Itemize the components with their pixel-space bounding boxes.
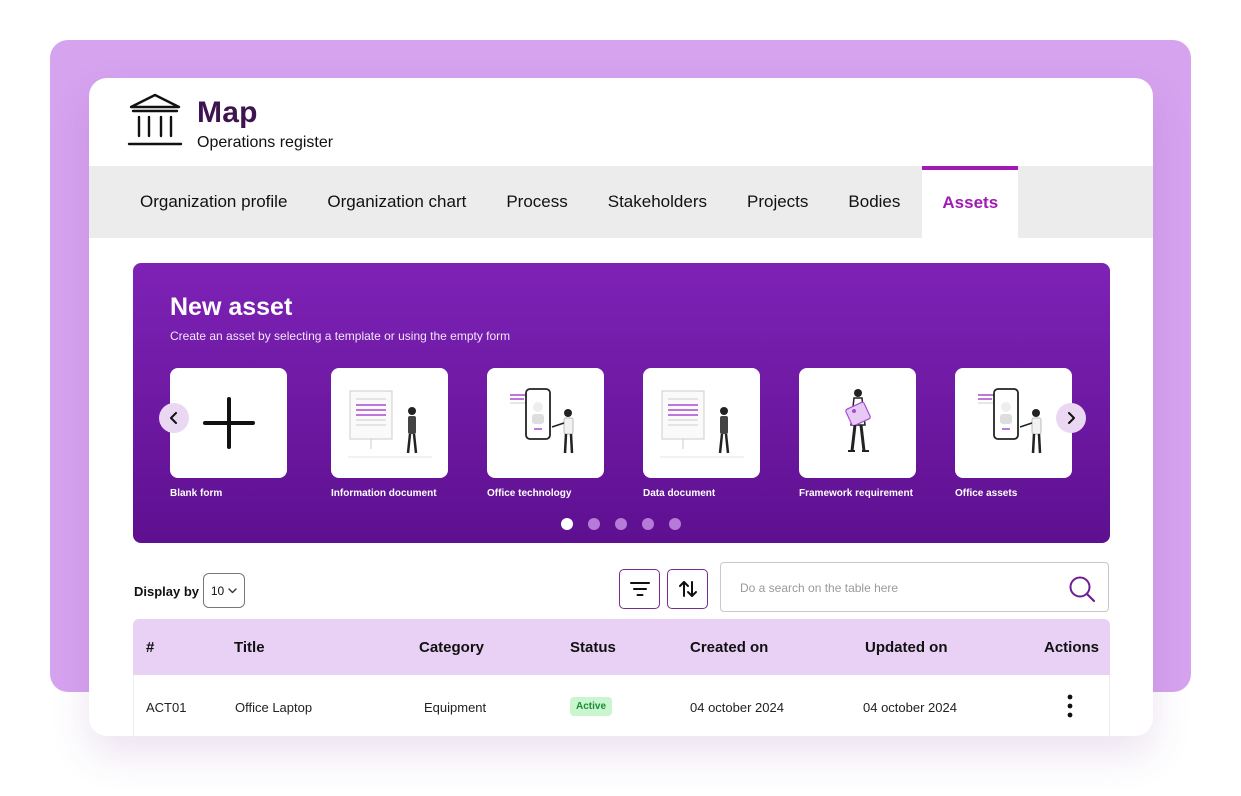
cell-title: Office Laptop bbox=[235, 700, 313, 715]
new-asset-banner: New asset Create an asset by selecting a… bbox=[133, 263, 1110, 543]
search-button[interactable] bbox=[1068, 575, 1096, 603]
status-badge: Active bbox=[570, 697, 613, 716]
template-label: Framework requirement bbox=[799, 488, 913, 499]
carousel-prev-button[interactable] bbox=[159, 403, 189, 433]
phone-illustration-icon bbox=[977, 388, 1041, 454]
column-header-category[interactable]: Category bbox=[419, 639, 484, 656]
template-card-information-document[interactable]: Information document bbox=[331, 368, 448, 499]
cell-id: ACT01 bbox=[146, 700, 187, 715]
filter-button[interactable] bbox=[619, 569, 660, 609]
institution-icon bbox=[127, 93, 183, 146]
template-thumbnail[interactable] bbox=[487, 368, 604, 478]
tab-bar: Organization profile Organization chart … bbox=[89, 166, 1153, 238]
sort-button[interactable] bbox=[667, 569, 708, 609]
display-by-select[interactable]: 10 bbox=[203, 573, 245, 608]
carousel-pagination bbox=[561, 518, 681, 530]
sort-icon bbox=[678, 581, 697, 597]
tab-stakeholders[interactable]: Stakeholders bbox=[588, 166, 727, 238]
tab-organization-profile[interactable]: Organization profile bbox=[120, 166, 307, 238]
template-label: Office technology bbox=[487, 488, 572, 499]
search-icon bbox=[1069, 576, 1096, 603]
page-header: Map Operations register bbox=[89, 78, 1153, 166]
search-input[interactable]: Do a search on the table here bbox=[720, 562, 1109, 612]
template-card-office-technology[interactable]: Office technology bbox=[487, 368, 604, 499]
tab-projects[interactable]: Projects bbox=[727, 166, 828, 238]
tab-assets[interactable]: Assets bbox=[922, 166, 1019, 238]
cell-created-on: 04 october 2024 bbox=[690, 700, 784, 715]
banner-subtitle: Create an asset by selecting a template … bbox=[170, 329, 511, 343]
filter-icon bbox=[629, 582, 650, 596]
tab-process[interactable]: Process bbox=[486, 166, 587, 238]
chevron-down-icon bbox=[228, 587, 237, 593]
column-header-created-on[interactable]: Created on bbox=[690, 639, 768, 656]
template-card-blank-form[interactable]: Blank form bbox=[170, 368, 287, 499]
table-row[interactable]: ACT01 Office Laptop Equipment Active 04 … bbox=[133, 675, 1110, 736]
display-by-value: 10 bbox=[210, 583, 225, 598]
template-label: Data document bbox=[643, 488, 716, 499]
display-by-label: Display by bbox=[134, 584, 200, 599]
page-subtitle: Operations register bbox=[197, 134, 334, 151]
carousel-dot-3[interactable] bbox=[615, 518, 627, 530]
document-illustration-icon bbox=[347, 390, 432, 458]
search-placeholder: Do a search on the table here bbox=[740, 581, 899, 595]
column-header-updated-on[interactable]: Updated on bbox=[865, 639, 948, 656]
page-title: Map bbox=[197, 96, 258, 129]
tab-bodies[interactable]: Bodies bbox=[828, 166, 920, 238]
template-thumbnail[interactable] bbox=[799, 368, 916, 478]
column-header-status[interactable]: Status bbox=[570, 639, 616, 656]
column-header-actions: Actions bbox=[1044, 639, 1100, 656]
person-illustration-icon bbox=[844, 389, 871, 452]
column-header-number[interactable]: # bbox=[146, 639, 154, 656]
chevron-left-icon bbox=[170, 412, 177, 424]
banner-title: New asset bbox=[170, 293, 293, 321]
table-header: # Title Category Status Created on Updat… bbox=[133, 619, 1110, 675]
template-card-data-document[interactable]: Data document bbox=[643, 368, 760, 499]
template-thumbnail[interactable] bbox=[331, 368, 448, 478]
template-thumbnail[interactable] bbox=[643, 368, 760, 478]
template-thumbnail[interactable] bbox=[955, 368, 1072, 478]
template-label: Blank form bbox=[170, 488, 223, 499]
column-header-title[interactable]: Title bbox=[234, 639, 265, 656]
template-card-office-assets[interactable]: Office assets bbox=[955, 368, 1072, 499]
carousel-next-button[interactable] bbox=[1056, 403, 1086, 433]
template-card-framework-requirement[interactable]: Framework requirement bbox=[799, 368, 916, 499]
carousel-dot-5[interactable] bbox=[669, 518, 681, 530]
carousel-dot-2[interactable] bbox=[588, 518, 600, 530]
chevron-right-icon bbox=[1068, 412, 1075, 424]
more-actions-icon[interactable] bbox=[1062, 693, 1078, 719]
carousel-dot-4[interactable] bbox=[642, 518, 654, 530]
phone-illustration-icon bbox=[509, 388, 573, 454]
cell-updated-on: 04 october 2024 bbox=[863, 700, 957, 715]
plus-icon bbox=[202, 397, 255, 449]
template-label: Office assets bbox=[955, 488, 1018, 499]
carousel-dot-1[interactable] bbox=[561, 518, 573, 530]
template-label: Information document bbox=[331, 488, 437, 499]
main-card: Map Operations register Organization pro… bbox=[89, 78, 1153, 736]
document-illustration-icon bbox=[659, 390, 744, 458]
tab-organization-chart[interactable]: Organization chart bbox=[307, 166, 486, 238]
cell-category: Equipment bbox=[424, 700, 487, 715]
